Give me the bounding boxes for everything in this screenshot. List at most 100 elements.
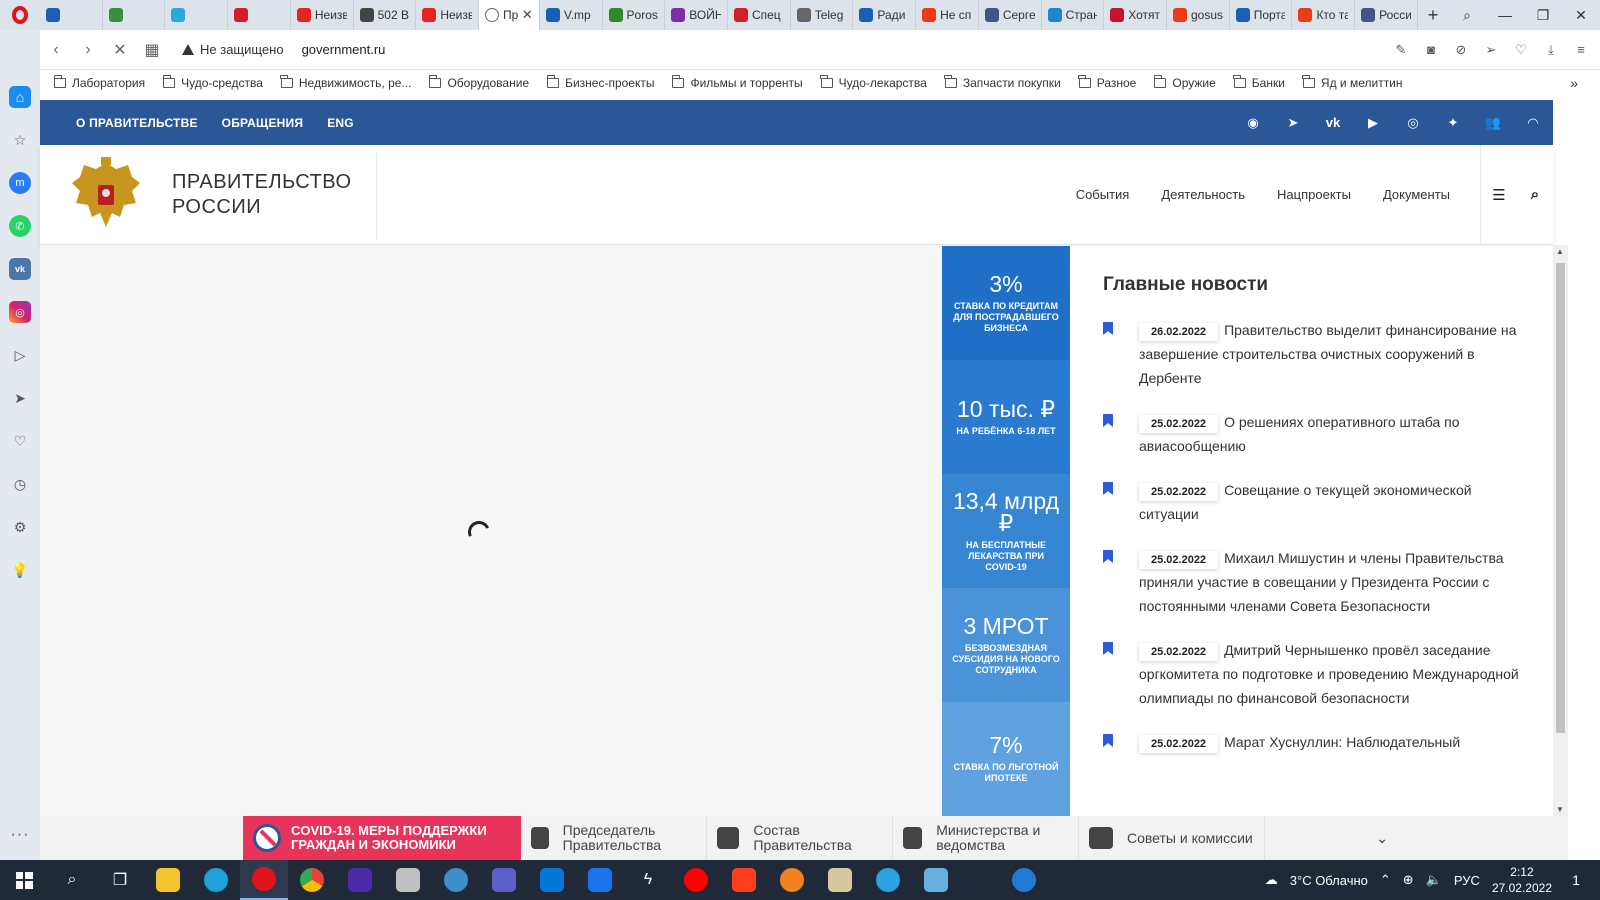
edge-icon[interactable]: [192, 860, 240, 900]
browser-tab[interactable]: [40, 0, 103, 30]
browser-tab[interactable]: Росси: [1355, 0, 1418, 30]
browser-tab[interactable]: Серге: [979, 0, 1042, 30]
app-paint-icon[interactable]: [912, 860, 960, 900]
mail-icon[interactable]: [576, 860, 624, 900]
more-icon[interactable]: ···: [9, 824, 31, 846]
bookmark-folder[interactable]: Разное: [1078, 75, 1136, 90]
nav-item[interactable]: Деятельность: [1161, 187, 1245, 202]
rss-icon[interactable]: ◠: [1513, 100, 1553, 145]
top-link[interactable]: ENG: [327, 116, 354, 130]
clock[interactable]: 2:12 27.02.2022: [1492, 864, 1552, 896]
opera-menu-button[interactable]: [0, 0, 40, 30]
chrome-icon[interactable]: [288, 860, 336, 900]
app-bolt-icon[interactable]: ϟ: [624, 860, 672, 900]
store-icon[interactable]: [528, 860, 576, 900]
volume-icon[interactable]: 🔈: [1426, 872, 1442, 888]
teams-icon[interactable]: [480, 860, 528, 900]
bookmark-folder[interactable]: Оборудование: [428, 75, 529, 90]
stat-tile[interactable]: 7% СТАВКА ПО ЛЬГОТНОЙ ИПОТЕКЕ: [942, 702, 1070, 816]
bookmark-heart-icon[interactable]: ♡: [1508, 37, 1534, 63]
nav-item[interactable]: События: [1076, 187, 1130, 202]
bottom-link[interactable]: Министерства и ведомства: [893, 816, 1079, 860]
home-icon[interactable]: ⌂: [9, 86, 31, 108]
browser-tab[interactable]: V.mp: [540, 0, 603, 30]
app-purple-icon[interactable]: [336, 860, 384, 900]
news-item[interactable]: 25.02.2022 Марат Хуснуллин: Наблюдательны…: [1103, 730, 1523, 754]
twitter-icon[interactable]: ✦: [1433, 100, 1473, 145]
bookmark-folder[interactable]: Чудо-лекарства: [820, 75, 927, 90]
nav-item[interactable]: Нацпроекты: [1277, 187, 1351, 202]
snapshot-icon[interactable]: ◙: [1418, 37, 1444, 63]
adblock-icon[interactable]: ⊘: [1448, 37, 1474, 63]
browser-tab[interactable]: Неизв: [291, 0, 354, 30]
app-globe-icon[interactable]: [432, 860, 480, 900]
stat-tile[interactable]: 10 тыс. ₽ НА РЕБЁНКА 6-18 ЛЕТ: [942, 360, 1070, 474]
history-icon[interactable]: ◷: [9, 473, 31, 495]
browser-tab[interactable]: [228, 0, 291, 30]
bookmark-folder[interactable]: Банки: [1233, 75, 1285, 90]
stat-tile[interactable]: 3 МРОТ БЕЗВОЗМЕЗДНАЯ СУБСИДИЯ НА НОВОГО С…: [942, 588, 1070, 702]
app-red-icon[interactable]: [384, 860, 432, 900]
bulb-icon[interactable]: 💡: [9, 559, 31, 581]
browser-tab[interactable]: Teleg: [791, 0, 854, 30]
browser-tab[interactable]: Неизв: [416, 0, 480, 30]
news-item[interactable]: 26.02.2022 Правительство выделит финансир…: [1103, 318, 1523, 390]
browser-tab[interactable]: Ради: [853, 0, 917, 30]
bookmark-folder[interactable]: Чудо-средства: [162, 75, 263, 90]
notifications-icon[interactable]: 1: [1564, 872, 1588, 888]
news-item[interactable]: 25.02.2022 Совещание о текущей экономичес…: [1103, 478, 1523, 526]
telegram-icon[interactable]: ➤: [1273, 100, 1313, 145]
app-orange-icon[interactable]: [768, 860, 816, 900]
telegram-taskbar-icon[interactable]: [864, 860, 912, 900]
bookmark-folder[interactable]: Яд и мелиттин: [1302, 75, 1403, 90]
top-link[interactable]: О ПРАВИТЕЛЬСТВЕ: [76, 116, 198, 130]
forward-button[interactable]: ›: [72, 34, 104, 66]
stat-tile[interactable]: 3% СТАВКА ПО КРЕДИТАМ ДЛЯ ПОСТРАДАВШЕГО Б…: [942, 246, 1070, 360]
bookmark-folder[interactable]: Фильмы и торренты: [671, 75, 803, 90]
vpn-icon[interactable]: ➢: [1478, 37, 1504, 63]
settings-icon[interactable]: ⚙: [9, 516, 31, 538]
search-tabs-icon[interactable]: ⌕: [1448, 0, 1486, 30]
scroll-down-icon[interactable]: ▼: [1556, 805, 1564, 814]
close-window-button[interactable]: ✕: [1562, 0, 1600, 30]
browser-tab[interactable]: Хотят: [1104, 0, 1167, 30]
opera-taskbar-icon[interactable]: [240, 860, 288, 900]
stop-loading-button[interactable]: ✕: [104, 34, 136, 66]
browser-tab[interactable]: Пр ✕: [479, 0, 540, 30]
task-view-icon[interactable]: ❐: [96, 860, 144, 900]
edit-icon[interactable]: ✎: [1388, 37, 1414, 63]
back-button[interactable]: ‹: [40, 34, 72, 66]
vk-social-icon[interactable]: vk: [1313, 100, 1353, 145]
weather-label[interactable]: 3°C Облачно: [1290, 873, 1368, 888]
start-button[interactable]: [0, 860, 48, 900]
browser-tab[interactable]: Poros: [603, 0, 666, 30]
camera-icon[interactable]: ◉: [1233, 100, 1273, 145]
minimize-button[interactable]: —: [1486, 0, 1524, 30]
search-taskbar-icon[interactable]: ⌕: [48, 860, 96, 900]
security-indicator[interactable]: Не защищено: [182, 42, 284, 57]
scroll-thumb[interactable]: [1556, 263, 1565, 733]
bookmark-folder[interactable]: Оружие: [1153, 75, 1216, 90]
browser-tab[interactable]: ВОЙН: [665, 0, 728, 30]
tabs-grid-icon[interactable]: ▦: [136, 34, 168, 66]
top-link[interactable]: ОБРАЩЕНИЯ: [222, 116, 304, 130]
bottom-link[interactable]: Советы и комиссии: [1079, 816, 1265, 860]
bottom-link[interactable]: Председатель Правительства: [521, 816, 707, 860]
bookmark-folder[interactable]: Лаборатория: [53, 75, 145, 90]
bookmarks-more-icon[interactable]: »: [1570, 75, 1600, 91]
browser-tab[interactable]: Не сп: [916, 0, 979, 30]
browser-tab[interactable]: [103, 0, 166, 30]
yandex-icon[interactable]: [720, 860, 768, 900]
network-icon[interactable]: ⊕: [1403, 872, 1414, 888]
menu-icon[interactable]: ☰: [1481, 186, 1517, 204]
language-indicator[interactable]: РУС: [1454, 873, 1480, 888]
news-item[interactable]: 25.02.2022 О решениях оперативного штаба …: [1103, 410, 1523, 458]
news-title[interactable]: Марат Хуснуллин: Наблюдательный: [1224, 734, 1460, 750]
browser-tab[interactable]: Кто та: [1292, 0, 1356, 30]
easy-setup-icon[interactable]: ≡: [1568, 37, 1594, 63]
youtube-icon[interactable]: ▶: [1353, 100, 1393, 145]
scroll-up-icon[interactable]: ▲: [1556, 247, 1564, 256]
coat-of-arms-logo[interactable]: [70, 155, 142, 235]
stat-tile[interactable]: 13,4 млрд ₽ НА БЕСПЛАТНЫЕ ЛЕКАРСТВА ПРИ C…: [942, 474, 1070, 588]
url-input[interactable]: government.ru: [302, 42, 386, 57]
